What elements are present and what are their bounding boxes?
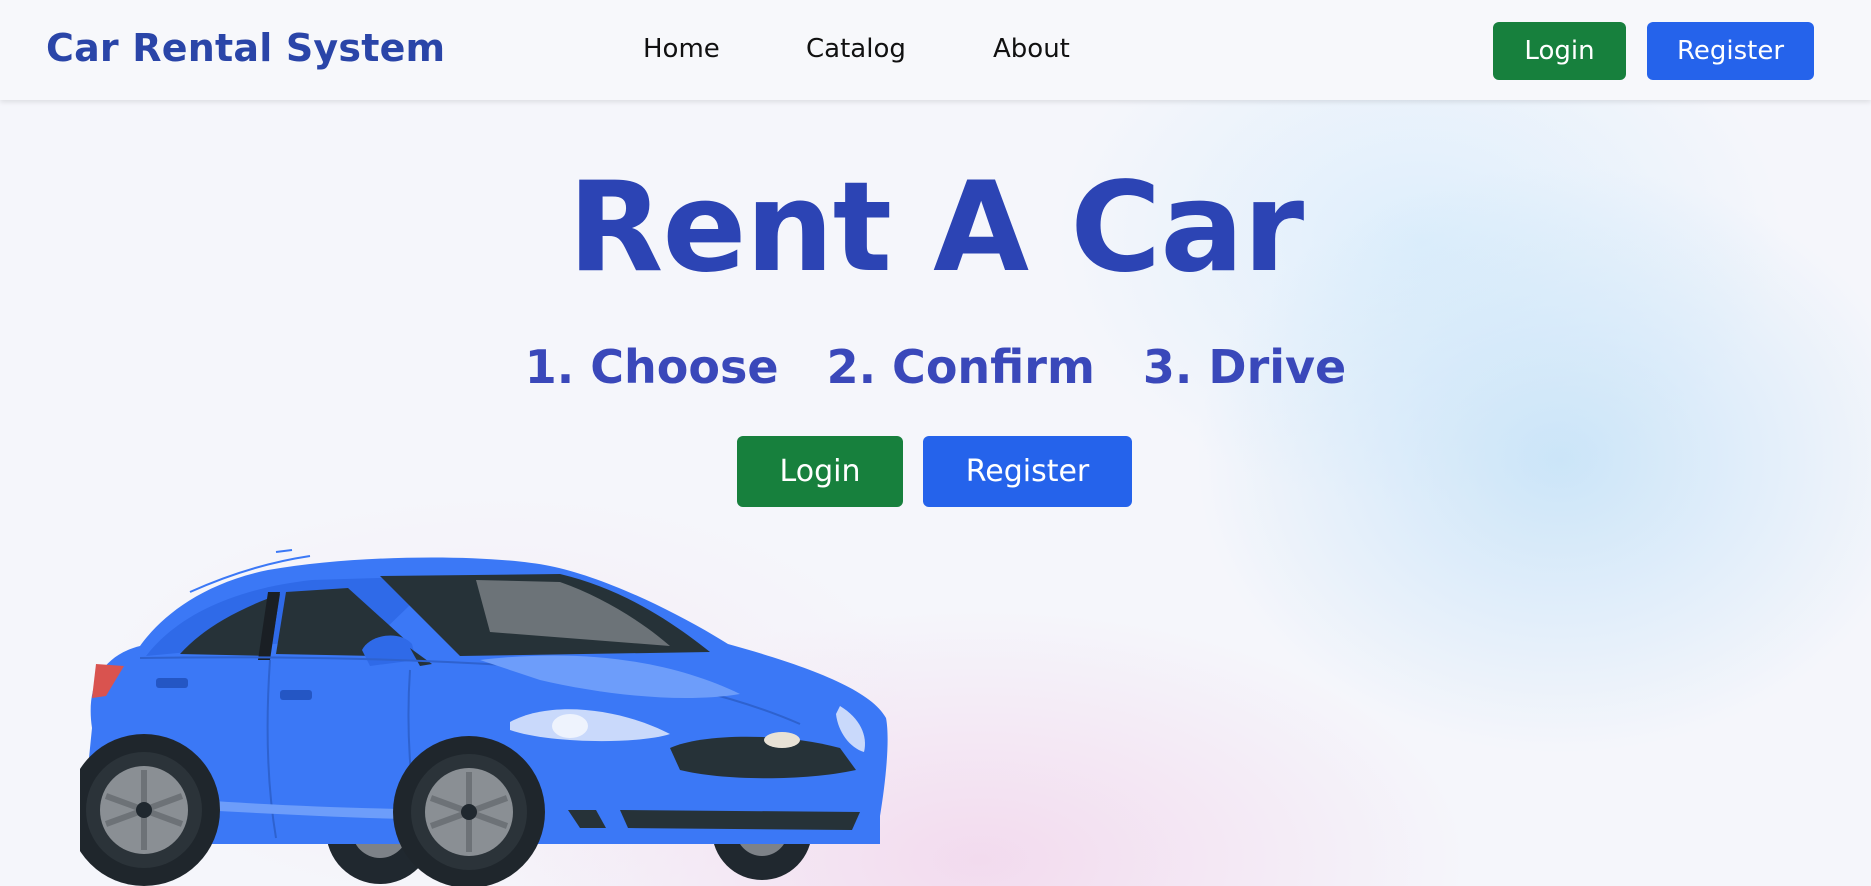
nav-link-home[interactable]: Home — [643, 34, 720, 64]
grille-badge — [764, 732, 800, 748]
step-choose: 1. Choose — [524, 340, 779, 394]
nav-link-catalog[interactable]: Catalog — [806, 34, 906, 64]
top-navbar: Car Rental System Home Catalog About Log… — [0, 0, 1871, 100]
blue-sedan-car-icon — [80, 549, 888, 886]
headlight-lens — [552, 714, 588, 738]
step-drive: 3. Drive — [1142, 340, 1347, 394]
brand-title[interactable]: Car Rental System — [46, 26, 445, 70]
hero-title: Rent A Car — [567, 156, 1304, 300]
front-door-handle — [280, 690, 312, 700]
roof-speed-line-2 — [275, 549, 293, 553]
front-wheel — [393, 736, 545, 886]
lower-intake — [620, 810, 860, 830]
nav-link-about[interactable]: About — [993, 34, 1070, 64]
nav-register-button[interactable]: Register — [1647, 22, 1814, 80]
step-confirm: 2. Confirm — [826, 340, 1095, 394]
nav-login-button[interactable]: Login — [1493, 22, 1626, 80]
hero-steps: 1. Choose 2. Confirm 3. Drive — [0, 340, 1871, 394]
rear-door-handle — [156, 678, 188, 688]
hero-register-button[interactable]: Register — [923, 436, 1132, 507]
hero-login-button[interactable]: Login — [737, 436, 903, 507]
